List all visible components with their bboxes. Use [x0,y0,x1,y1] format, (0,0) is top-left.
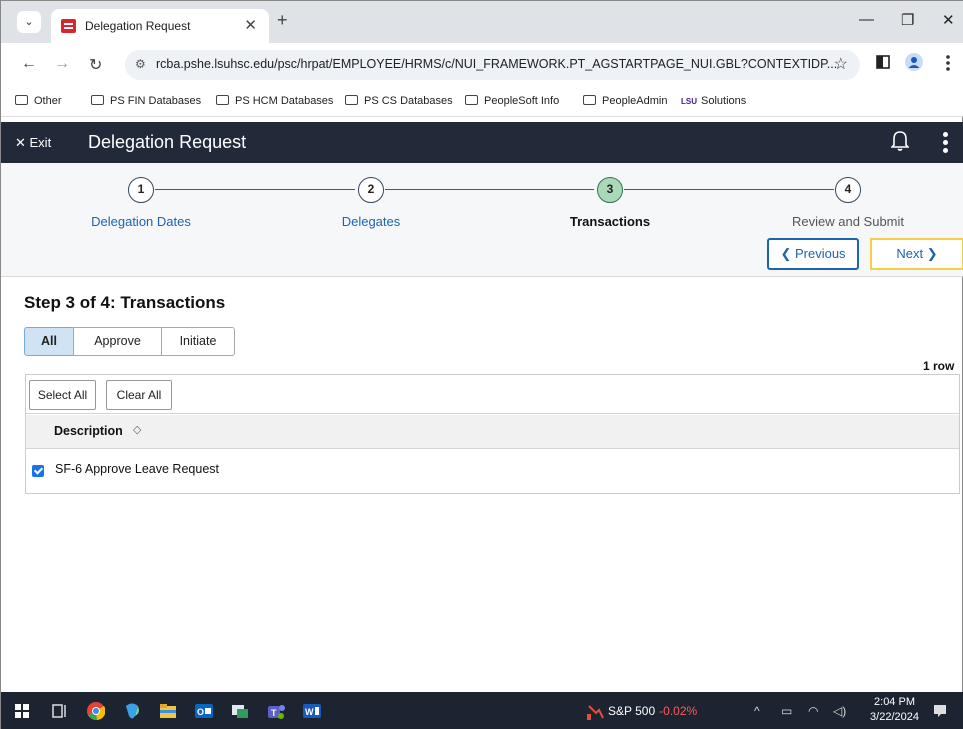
wifi-icon[interactable]: ◠ [808,704,818,718]
windows-start-icon[interactable] [15,704,33,722]
close-icon: ✕ [15,135,30,150]
row-checkbox[interactable] [32,465,44,477]
task-view-icon[interactable] [51,702,69,720]
step-connector [155,189,355,190]
file-explorer-icon[interactable] [159,702,177,720]
step-1-label[interactable]: Delegation Dates [61,214,221,229]
site-info-icon[interactable]: ⚙ [135,57,146,71]
new-tab-button[interactable]: + [277,10,288,31]
chevron-right-icon: ❯ [923,246,938,261]
chevron-left-icon: ❮ [780,246,795,261]
lsu-logo-icon: LSU [681,97,697,106]
sort-icon[interactable]: ◇ [133,423,141,436]
step-2-marker[interactable]: 2 [358,177,384,203]
folder-icon [465,95,478,105]
column-title: Description [54,424,123,438]
bookmark-folder[interactable]: PeopleAdmin [583,95,667,107]
clear-all-button[interactable]: Clear All [106,380,172,410]
exit-button[interactable]: ✕ Exit [15,135,51,151]
bookmark-folder[interactable]: Other [15,95,62,107]
next-button[interactable]: Next ❯ [870,238,963,270]
svg-text:O: O [197,707,204,717]
url-text: rcba.pshe.lsuhsc.edu/psc/hrpat/EMPLOYEE/… [156,57,838,71]
actions-menu-icon[interactable] [943,132,949,156]
system-clock[interactable]: 2:04 PM 3/22/2024 [867,695,922,725]
step-4-marker: 4 [835,177,861,203]
app-header: ✕ Exit Delegation Request [1,122,963,163]
select-all-button[interactable]: Select All [29,380,96,410]
chrome-icon[interactable] [87,702,105,720]
step-heading: Step 3 of 4: Transactions [24,293,226,312]
outlook-icon[interactable]: O [195,702,213,720]
stock-down-icon [587,705,604,720]
notification-bell-icon[interactable] [891,129,909,151]
bookmark-folder[interactable]: PeopleSoft Info [465,95,559,107]
browser-tab-strip: ⌄ Delegation Request ✕ + — ❐ ✕ [1,1,963,43]
tab-search-button[interactable]: ⌄ [17,11,41,33]
row-description: SF-6 Approve Leave Request [55,462,219,476]
folder-icon [583,95,596,105]
bookmark-link[interactable]: LSU Solutions [681,95,746,107]
step-1-marker[interactable]: 1 [128,177,154,203]
notifications-icon[interactable] [933,704,951,722]
chevron-up-icon[interactable]: ^ [754,704,760,718]
word-icon[interactable]: W [303,702,321,720]
page-title: Delegation Request [88,132,247,152]
address-bar[interactable]: ⚙ rcba.pshe.lsuhsc.edu/psc/hrpat/EMPLOYE… [125,50,860,80]
browser-tab[interactable]: Delegation Request ✕ [51,9,269,43]
step-3-marker: 3 [597,177,623,203]
close-window-icon[interactable]: ✕ [942,11,955,29]
remote-desktop-icon[interactable] [231,702,249,720]
folder-icon [345,95,358,105]
step-connector [385,189,594,190]
back-icon[interactable]: ← [21,55,37,73]
copilot-icon[interactable] [123,702,141,720]
filter-all-button[interactable]: All [24,327,74,356]
clock-time: 2:04 PM [874,696,915,708]
bookmark-folder[interactable]: PS CS Databases [345,95,453,107]
volume-icon[interactable]: ◁) [833,704,846,718]
reload-icon[interactable]: ↻ [89,55,102,75]
svg-text:W: W [305,707,314,717]
bookmarks-bar: Other PS FIN Databases PS HCM Databases … [1,87,963,117]
bookmark-folder[interactable]: PS HCM Databases [216,95,333,107]
profile-avatar-icon[interactable] [905,53,923,71]
step-3-label: Transactions [569,214,651,229]
tab-title: Delegation Request [85,19,191,33]
screen: ⌄ Delegation Request ✕ + — ❐ ✕ ← → ↻ ⚙ r… [0,0,963,729]
filter-approve-button[interactable]: Approve [73,327,162,356]
step-2-label[interactable]: Delegates [291,214,451,229]
folder-icon [15,95,28,105]
filter-initiate-button[interactable]: Initiate [161,327,235,356]
step-connector [624,189,834,190]
column-header-description[interactable]: Description ◇ [26,415,959,449]
browser-toolbar: ← → ↻ ⚙ rcba.pshe.lsuhsc.edu/psc/hrpat/E… [1,43,963,87]
step-4-label: Review and Submit [792,214,904,229]
row-count: 1 row [923,359,955,373]
close-tab-icon[interactable]: ✕ [244,16,257,34]
browser-menu-icon[interactable] [946,55,950,71]
windows-taskbar: O T W S&P 500 -0.02% ^ ▭ ◠ ◁) 2:04 PM 3/2… [1,692,963,729]
grid-toolbar: Select All Clear All [26,375,959,414]
svg-text:T: T [271,708,277,718]
transactions-grid: Select All Clear All Description ◇ SF-6 … [25,374,960,494]
bookmark-star-icon[interactable]: ☆ [834,54,848,74]
forward-icon[interactable]: → [54,55,70,73]
peoplesoft-favicon-icon [61,19,76,33]
folder-icon [91,95,104,105]
teams-icon[interactable]: T [267,702,285,720]
stock-widget[interactable]: S&P 500 -0.02% [608,704,697,718]
bookmark-folder[interactable]: PS FIN Databases [91,95,201,107]
clock-date: 3/22/2024 [870,711,919,723]
restore-icon[interactable]: ❐ [901,11,914,29]
table-row[interactable]: SF-6 Approve Leave Request [26,450,959,493]
previous-button[interactable]: ❮ Previous [767,238,859,270]
minimize-icon[interactable]: — [859,11,874,28]
battery-icon[interactable]: ▭ [781,704,792,718]
side-panel-icon[interactable] [876,55,890,69]
folder-icon [216,95,229,105]
